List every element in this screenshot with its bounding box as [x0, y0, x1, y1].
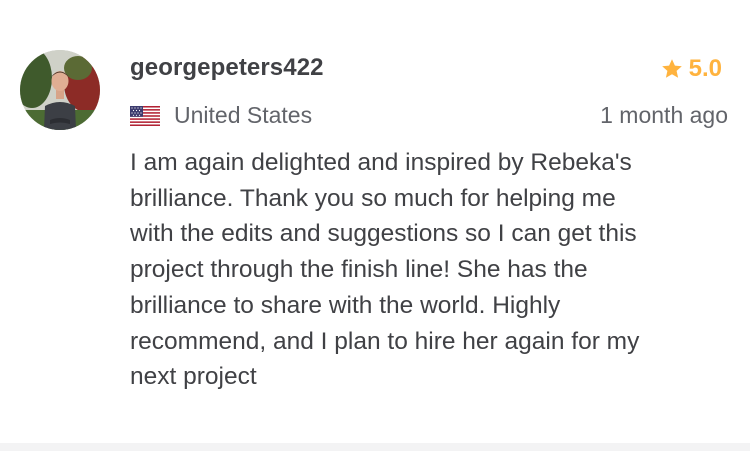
review-text-line: with the edits and suggestions so I can … [130, 220, 637, 248]
review-text-line: project through the finish line! She has… [130, 256, 588, 284]
username-link[interactable]: georgepeters422 [130, 54, 324, 82]
avatar[interactable] [20, 50, 100, 130]
review-text: I am again delighted and inspired by Reb… [130, 145, 730, 395]
rating-value: 5.0 [688, 55, 722, 82]
review-text-line: next project [130, 363, 257, 391]
review-text-line: brilliance. Thank you so much for helpin… [130, 184, 616, 212]
review-text-line: I am again delighted and inspired by Reb… [130, 149, 632, 176]
country-name: United States [174, 102, 313, 128]
rating: 5.0 [660, 55, 722, 83]
divider [0, 443, 750, 451]
reviewer-country: United States [130, 102, 312, 129]
review-timestamp: 1 month ago [600, 102, 728, 128]
star-icon [661, 59, 682, 78]
us-flag-icon [130, 105, 160, 126]
review-card: georgepeters422 5.0 United States 1 mont… [0, 0, 750, 451]
avatar-photo [20, 50, 100, 130]
review-text-line: recommend, and I plan to hire her again … [130, 327, 640, 355]
review-text-line: brilliance to share with the world. High… [130, 291, 561, 319]
